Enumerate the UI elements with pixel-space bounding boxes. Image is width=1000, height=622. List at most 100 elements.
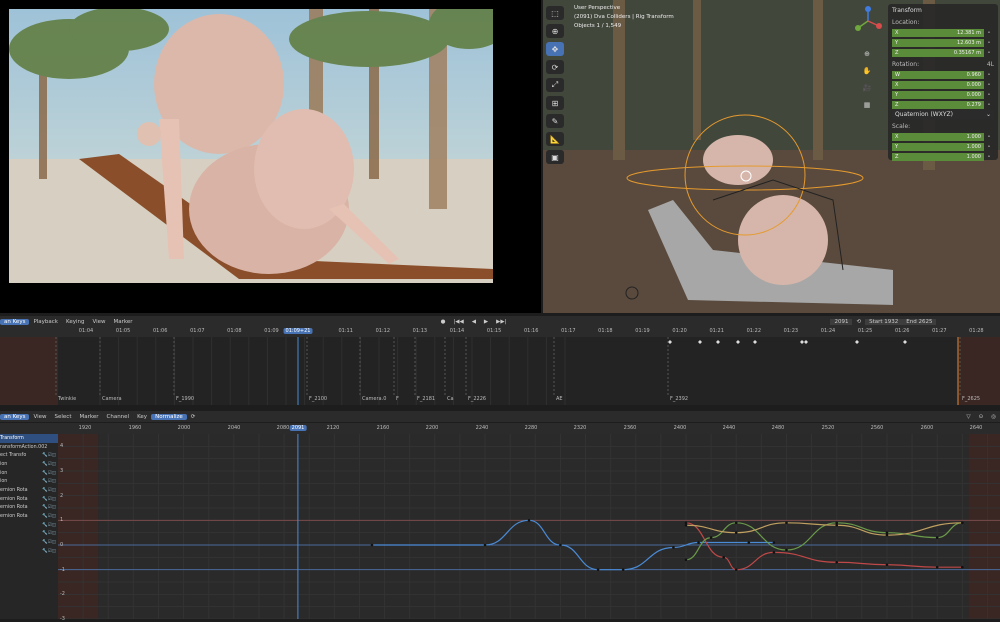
- pan-hand-icon[interactable]: ✋: [861, 67, 873, 79]
- transform-icon[interactable]: ⊞: [546, 96, 564, 110]
- pivot-icon[interactable]: ⊙: [975, 414, 988, 420]
- rotation-y-field[interactable]: Y 0.000: [892, 90, 984, 99]
- timeline-editor-type[interactable]: an Keys: [0, 318, 30, 325]
- move-icon[interactable]: ✥: [546, 42, 564, 56]
- timeline-tick-label: 01:20: [672, 328, 687, 334]
- keyframe-diamond: [800, 340, 804, 344]
- jump-start-icon[interactable]: |◀◀: [449, 319, 467, 325]
- 3d-viewport[interactable]: ⬚ ⊕ ✥ ⟳ ⤢ ⊞ ✎ 📐 ▣ User Perspective (2091…: [543, 0, 1000, 313]
- zoom-icon[interactable]: ⊕: [861, 50, 873, 62]
- transform-sidebar: Transform Location: X 12.381 m • Y 12.603 m…: [888, 4, 998, 161]
- record-button[interactable]: ●: [437, 319, 450, 325]
- graph-y-axis: 4 3 2 1 0 -1 -2 -3: [0, 434, 80, 622]
- scale-label: Scale:: [892, 123, 911, 130]
- fcurve-keyframe: [483, 543, 487, 547]
- graph-y-tick: -3: [60, 616, 65, 622]
- graph-tick-label: 2280: [524, 425, 538, 431]
- select-box-icon[interactable]: ⬚: [546, 6, 564, 20]
- fcurve-keyframe: [672, 546, 675, 549]
- graph-editor-type[interactable]: an Keys: [0, 413, 30, 420]
- fcurve-keyframe: [835, 521, 839, 525]
- menu-view[interactable]: View: [29, 414, 50, 420]
- objects-count: Objects 1 / 1,549: [574, 23, 622, 29]
- keyframe-dot-icon[interactable]: •: [984, 50, 994, 56]
- graph-editor-canvas[interactable]: [58, 434, 1000, 619]
- rotation-x-field[interactable]: X 0.000: [892, 80, 984, 89]
- menu-channel[interactable]: Channel: [103, 414, 134, 420]
- timeline-out-range-right: [958, 337, 1000, 405]
- rotate-icon[interactable]: ⟳: [546, 60, 564, 74]
- keyframe-dot-icon[interactable]: •: [984, 92, 994, 98]
- location-x-field[interactable]: X 12.381 m: [892, 28, 984, 37]
- timeline-marker-label: F_1990: [176, 396, 194, 402]
- keyframe-dot-icon[interactable]: •: [984, 40, 994, 46]
- timeline-keyframes: Twinkie Camera F_1990 F_2100 Camera.0 F F_2181…: [0, 337, 1000, 405]
- location-z-field[interactable]: Z 0.35167 m: [892, 48, 984, 57]
- keyframe-dot-icon[interactable]: •: [984, 134, 994, 140]
- timeline-header: an Keys Playback Keying View Marker ● |◀…: [0, 316, 1000, 327]
- timeline-tick-label: 01:06: [152, 328, 168, 334]
- graph-tick-label: 1960: [128, 425, 142, 431]
- active-object-info: (2091) Dva Colliders | Rig Transform: [574, 14, 674, 20]
- rotation-w-field[interactable]: W 0.960: [892, 70, 984, 79]
- scale-y-row: Y 1.000 •: [892, 142, 994, 151]
- proportional-icon[interactable]: ◎: [987, 414, 1000, 420]
- navigation-gizmo: ⊕ ✋ 🎥 ▦: [855, 6, 882, 118]
- preview-range-icon[interactable]: ⟲: [852, 319, 865, 325]
- location-y-field[interactable]: Y 12.603 m: [892, 38, 984, 47]
- cursor-icon[interactable]: ⊕: [546, 24, 564, 38]
- menu-marker[interactable]: Marker: [75, 414, 102, 420]
- annotate-icon[interactable]: ✎: [546, 114, 564, 128]
- timeline-tick-label: 01:17: [561, 328, 576, 334]
- timeline-body[interactable]: Twinkie Camera F_1990 F_2100 Camera.0 F F_2181…: [0, 337, 1000, 405]
- menu-view[interactable]: View: [88, 319, 109, 325]
- scale-y-field[interactable]: Y 1.000: [892, 142, 984, 151]
- axis-gizmo-icon[interactable]: [853, 6, 883, 36]
- fcurve-keyframe: [684, 558, 688, 562]
- perspective-grid-icon[interactable]: ▦: [861, 101, 873, 113]
- rotation-z-field[interactable]: Z 0.279: [892, 100, 984, 109]
- start-frame-field[interactable]: Start 1932: [865, 318, 903, 325]
- normalize-toggle[interactable]: Normalize: [151, 413, 187, 420]
- menu-key[interactable]: Key: [133, 414, 151, 420]
- view-mode: User Perspective: [574, 5, 621, 11]
- keyframe-dot-icon[interactable]: •: [984, 30, 994, 36]
- fcurve-keyframe: [785, 521, 788, 525]
- filter-icon[interactable]: ▽: [962, 414, 974, 420]
- menu-playback[interactable]: Playback: [29, 319, 62, 325]
- keyframe-dot-icon[interactable]: •: [984, 72, 994, 78]
- timeline-tick-label: 01:21: [709, 328, 724, 334]
- rotation-lock-toggle[interactable]: 4L: [987, 61, 994, 68]
- timeline-tick-label: 01:19: [635, 328, 650, 334]
- end-frame-field[interactable]: End 2625: [902, 318, 937, 325]
- keyframe-dot-icon[interactable]: •: [984, 102, 994, 108]
- play-icon[interactable]: ▶: [480, 319, 492, 325]
- graph-tick-label: 2520: [821, 425, 835, 431]
- current-frame-field[interactable]: 2091: [830, 318, 853, 325]
- menu-marker[interactable]: Marker: [110, 319, 137, 325]
- render-view: [0, 0, 541, 313]
- keyframe-dot-icon[interactable]: •: [984, 144, 994, 150]
- keyframe-dot-icon[interactable]: •: [984, 82, 994, 88]
- measure-icon[interactable]: 📐: [546, 132, 564, 146]
- add-cube-icon[interactable]: ▣: [546, 150, 564, 164]
- camera-view-icon[interactable]: 🎥: [861, 84, 873, 96]
- keyframe-diamond: [698, 340, 702, 344]
- viewport-info: User Perspective (2091) Dva Colliders | …: [574, 4, 674, 31]
- scale-z-field[interactable]: Z 1.000: [892, 152, 984, 161]
- graph-frame-ruler[interactable]: 1920 1960 2000 2040 2080 2091 2120 2160 2200 2240…: [0, 423, 1000, 434]
- timeline-tick-label: 01:18: [598, 328, 613, 334]
- timeline-ruler[interactable]: 01:04 01:05 01:06 01:07 01:08 01:09 01:09+21 01…: [0, 327, 1000, 337]
- refresh-icon[interactable]: ⟳: [187, 414, 200, 420]
- timeline-tick-label: 01:05: [115, 328, 131, 334]
- keyframe-dot-icon[interactable]: •: [984, 154, 994, 160]
- fcurve-keyframe: [885, 533, 889, 537]
- play-reverse-icon[interactable]: ◀: [468, 319, 480, 325]
- keyframe-diamond: [804, 340, 808, 344]
- scale-x-field[interactable]: X 1.000: [892, 132, 984, 141]
- menu-select[interactable]: Select: [51, 414, 76, 420]
- scale-icon[interactable]: ⤢: [546, 78, 564, 92]
- menu-keying[interactable]: Keying: [62, 319, 88, 325]
- jump-end-icon[interactable]: ▶▶|: [492, 319, 510, 325]
- rotation-mode-select[interactable]: Quaternion (WXYZ) ⌄: [892, 110, 994, 119]
